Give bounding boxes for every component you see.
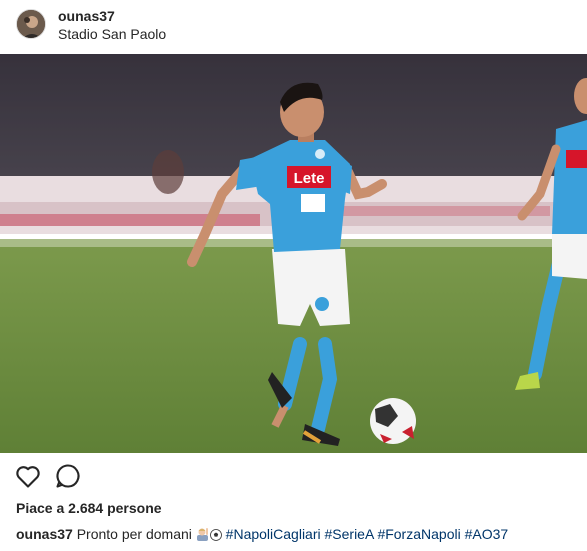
hashtag-link[interactable]: #SerieA <box>325 526 374 542</box>
post-location[interactable]: Stadio San Paolo <box>58 26 166 42</box>
comment-icon[interactable] <box>54 462 82 490</box>
likes-count[interactable]: Piace a 2.684 persone <box>16 500 162 516</box>
profile-avatar[interactable] <box>16 9 46 39</box>
hashtag-link[interactable]: #NapoliCagliari <box>226 526 321 542</box>
post-caption: ounas37 Pronto per domani #NapoliCagliar… <box>16 526 508 544</box>
hashtag-link[interactable]: #ForzaNapoli <box>377 526 460 542</box>
post-username[interactable]: ounas37 <box>58 8 115 24</box>
caption-username[interactable]: ounas37 <box>16 526 73 542</box>
caption-text: Pronto per domani <box>76 526 192 542</box>
post-header: ounas37 Stadio San Paolo <box>0 0 587 54</box>
soccer-ball-emoji <box>209 528 222 544</box>
likes-number: 2.684 <box>68 500 104 516</box>
post-photo[interactable]: Lete <box>0 54 587 453</box>
shirt-sponsor-text: Lete <box>294 170 325 187</box>
heart-icon[interactable] <box>14 462 42 490</box>
person-raising-hand-emoji <box>196 527 210 544</box>
soccer-ball <box>370 398 416 444</box>
likes-suffix: persone <box>103 500 162 516</box>
hashtag-link[interactable]: #AO37 <box>465 526 509 542</box>
action-bar <box>0 462 587 492</box>
likes-prefix: Piace a <box>16 500 69 516</box>
